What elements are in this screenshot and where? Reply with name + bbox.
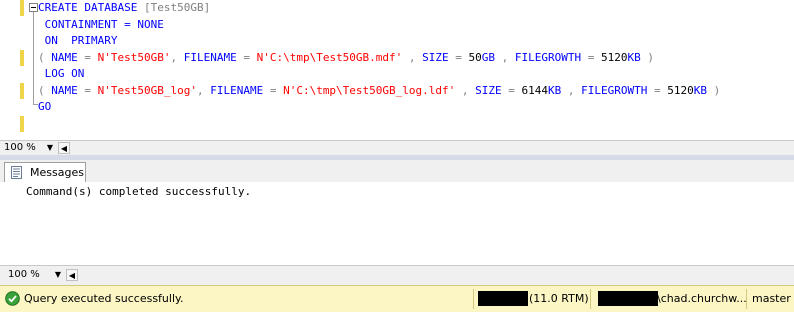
code-token: = <box>263 83 284 97</box>
status-separator <box>473 289 474 309</box>
code-token: FILENAME <box>210 83 264 97</box>
code-token: , <box>495 50 515 64</box>
editor-zoom-dropdown-icon[interactable]: ▼ <box>44 142 56 154</box>
redacted-user-domain <box>598 291 658 306</box>
collapse-outline-toggle[interactable] <box>29 3 38 12</box>
editor-gutter <box>0 0 26 140</box>
code-line[interactable]: CREATE DATABASE [Test50GB] <box>38 0 210 16</box>
code-token: CONTAINMENT = NONE <box>38 17 164 31</box>
code-token: 5120 <box>601 50 628 64</box>
code-token: FILEGROWTH <box>514 50 582 64</box>
code-token: ) <box>640 50 655 64</box>
editor-zoom-bar: 100 % ▼ ◀ <box>0 140 794 156</box>
change-mark <box>20 0 24 16</box>
query-editor[interactable]: CREATE DATABASE [Test50GB] CONTAINMENT =… <box>0 0 794 140</box>
code-token: = <box>448 50 469 64</box>
code-token: 50 <box>468 50 482 64</box>
code-token: , <box>170 50 184 64</box>
code-token: LOG ON <box>38 67 85 80</box>
code-token: NAME <box>51 83 78 97</box>
code-token: NAME <box>51 50 78 64</box>
code-token: = <box>581 50 602 64</box>
code-line[interactable]: ( NAME = N'Test50GB', FILENAME = N'C:\tm… <box>38 50 654 66</box>
outline-line <box>33 12 34 104</box>
code-token: SIZE <box>422 50 449 64</box>
results-scroll-left-icon[interactable]: ◀ <box>66 269 78 281</box>
code-token: 5120 <box>667 83 694 97</box>
code-token: FILENAME <box>183 50 237 64</box>
status-bar: Query executed successfully. (11.0 RTM) … <box>0 285 794 312</box>
code-token: KB <box>693 83 707 97</box>
code-token: , <box>402 50 423 64</box>
code-token: KB <box>627 50 641 64</box>
code-token: ( <box>38 50 52 64</box>
code-token: GO <box>38 100 52 113</box>
status-message: Query executed successfully. <box>24 292 184 305</box>
code-token: = <box>501 83 522 97</box>
code-token: = <box>77 50 98 64</box>
code-token: , <box>196 83 211 97</box>
change-mark <box>20 49 24 66</box>
results-zoom-value[interactable]: 100 % <box>8 269 40 281</box>
code-line[interactable]: ( NAME = N'Test50GB_log', FILENAME = N'C… <box>38 83 720 99</box>
code-token: = <box>236 50 257 64</box>
success-check-icon <box>5 291 20 306</box>
code-token: SIZE <box>475 83 502 97</box>
code-token: N'C:\tmp\Test50GB_log.ldf' <box>283 83 456 97</box>
code-line[interactable]: ON PRIMARY <box>38 33 118 49</box>
redacted-server-name <box>478 291 528 306</box>
code-line[interactable]: CONTAINMENT = NONE <box>38 17 164 33</box>
status-separator <box>590 289 591 309</box>
code-token: , <box>561 83 582 97</box>
code-token: , <box>455 83 476 97</box>
code-token: ( <box>38 83 52 97</box>
tab-messages-label: Messages <box>30 166 84 179</box>
code-token: = <box>77 83 98 97</box>
code-line[interactable]: GO <box>38 99 51 115</box>
code-token: N'Test50GB_log' <box>97 83 197 97</box>
editor-zoom-value[interactable]: 100 % <box>4 142 36 154</box>
messages-icon <box>11 166 22 179</box>
message-text: Command(s) completed successfully. <box>26 185 252 198</box>
code-token: GB <box>481 50 496 64</box>
code-token: 6144 <box>521 83 549 97</box>
code-token: N'C:\tmp\Test50GB.mdf' <box>256 50 403 64</box>
change-mark <box>20 82 24 99</box>
database-name: master <box>752 292 791 305</box>
editor-hscroll-track[interactable] <box>72 142 794 155</box>
code-token: ) <box>707 83 721 97</box>
user-name: \chad.churchw... <box>657 292 747 305</box>
change-mark <box>20 115 24 132</box>
code-token: FILEGROWTH <box>581 83 648 97</box>
results-tab-bar <box>0 160 794 183</box>
server-version: (11.0 RTM) <box>529 292 589 305</box>
code-line[interactable]: LOG ON <box>38 66 85 82</box>
results-zoom-dropdown-icon[interactable]: ▼ <box>52 269 64 281</box>
code-token: ON PRIMARY <box>38 34 118 47</box>
results-zoom-bar: 100 % ▼ ◀ <box>0 265 794 285</box>
tab-messages[interactable]: Messages <box>4 162 86 182</box>
status-separator <box>746 289 747 309</box>
code-token: CREATE DATABASE <box>38 1 144 14</box>
code-token: = <box>647 83 668 97</box>
code-token: N'Test50GB' <box>97 50 171 64</box>
code-token: [Test50GB] <box>143 1 211 14</box>
code-token: KB <box>548 83 562 97</box>
editor-scroll-left-icon[interactable]: ◀ <box>58 142 70 154</box>
